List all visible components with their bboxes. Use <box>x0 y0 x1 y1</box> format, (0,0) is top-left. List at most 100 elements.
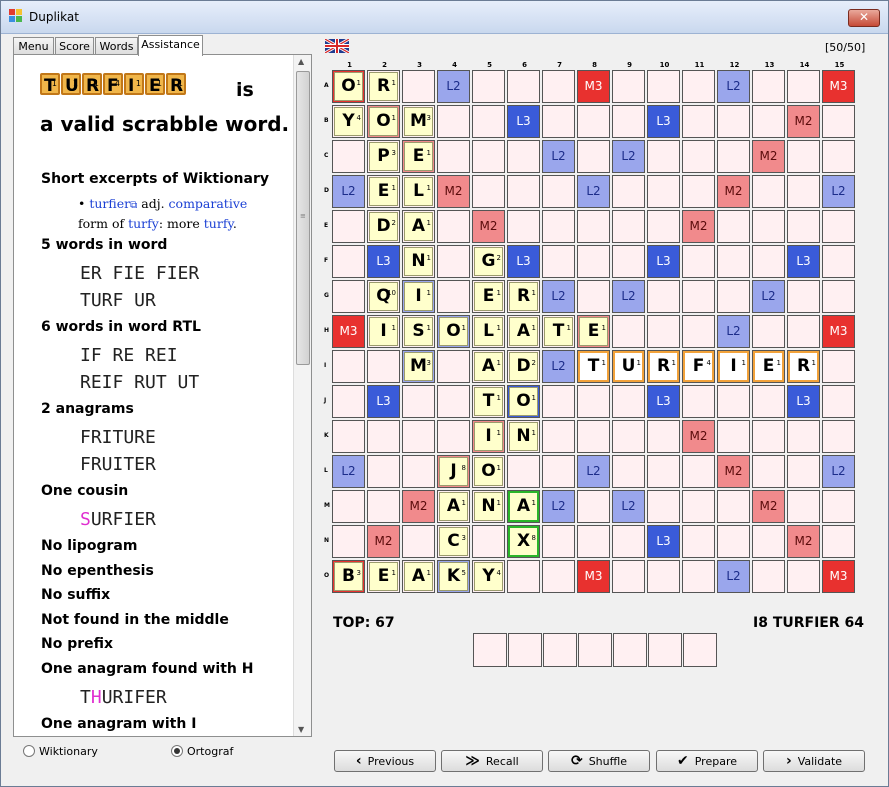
board-tile[interactable]: L1 <box>474 317 503 346</box>
board-tile[interactable]: R1 <box>788 351 819 382</box>
board-cell-F9[interactable] <box>612 245 645 278</box>
board-cell-G13[interactable]: L2 <box>752 280 785 313</box>
board-cell-H5[interactable]: L1 <box>472 315 505 348</box>
board-cell-E10[interactable] <box>647 210 680 243</box>
board-tile[interactable]: R1 <box>509 282 538 311</box>
board-cell-N5[interactable] <box>472 525 505 558</box>
board-cell-G11[interactable] <box>682 280 715 313</box>
board-cell-H11[interactable] <box>682 315 715 348</box>
board-cell-H2[interactable]: I1 <box>367 315 400 348</box>
board-cell-L7[interactable] <box>542 455 575 488</box>
board-cell-M11[interactable] <box>682 490 715 523</box>
board-cell-L9[interactable] <box>612 455 645 488</box>
board-cell-E4[interactable] <box>437 210 470 243</box>
board-cell-B1[interactable]: Y4 <box>332 105 365 138</box>
board-cell-O5[interactable]: Y4 <box>472 560 505 593</box>
board-cell-N15[interactable] <box>822 525 855 558</box>
board-cell-B8[interactable] <box>577 105 610 138</box>
board-cell-L15[interactable]: L2 <box>822 455 855 488</box>
board-tile[interactable]: X8 <box>508 526 539 557</box>
board-cell-H13[interactable] <box>752 315 785 348</box>
board-cell-J15[interactable] <box>822 385 855 418</box>
board-cell-I5[interactable]: A1 <box>472 350 505 383</box>
board-cell-B9[interactable] <box>612 105 645 138</box>
board-cell-K7[interactable] <box>542 420 575 453</box>
board-cell-I10[interactable]: R1 <box>647 350 680 383</box>
board-cell-D3[interactable]: L1 <box>402 175 435 208</box>
board-cell-F14[interactable]: L3 <box>787 245 820 278</box>
previous-button[interactable]: ‹ Previous <box>334 750 436 772</box>
board-cell-A8[interactable]: M3 <box>577 70 610 103</box>
board-cell-L6[interactable] <box>507 455 540 488</box>
board-tile[interactable]: O1 <box>334 72 363 101</box>
board-cell-A10[interactable] <box>647 70 680 103</box>
board-cell-J10[interactable]: L3 <box>647 385 680 418</box>
rack-slot[interactable] <box>543 633 577 667</box>
board-cell-O14[interactable] <box>787 560 820 593</box>
board-tile[interactable]: K5 <box>439 562 468 591</box>
tab-score[interactable]: Score <box>55 37 94 55</box>
board-cell-G14[interactable] <box>787 280 820 313</box>
board-cell-K2[interactable] <box>367 420 400 453</box>
board-cell-H3[interactable]: S1 <box>402 315 435 348</box>
board-cell-M7[interactable]: L2 <box>542 490 575 523</box>
board-tile[interactable]: M3 <box>404 352 433 381</box>
board-cell-C6[interactable] <box>507 140 540 173</box>
board-cell-O2[interactable]: E1 <box>367 560 400 593</box>
board-cell-M15[interactable] <box>822 490 855 523</box>
board-cell-A3[interactable] <box>402 70 435 103</box>
board-cell-L1[interactable]: L2 <box>332 455 365 488</box>
board-tile[interactable]: E1 <box>369 562 398 591</box>
board-cell-C10[interactable] <box>647 140 680 173</box>
board-cell-H8[interactable]: E1 <box>577 315 610 348</box>
board-tile[interactable]: A1 <box>439 492 468 521</box>
board-cell-C1[interactable] <box>332 140 365 173</box>
board-cell-F13[interactable] <box>752 245 785 278</box>
board-cell-J1[interactable] <box>332 385 365 418</box>
board-cell-I15[interactable] <box>822 350 855 383</box>
board-tile[interactable]: P3 <box>369 142 398 171</box>
board-cell-N9[interactable] <box>612 525 645 558</box>
board-cell-E13[interactable] <box>752 210 785 243</box>
board-cell-M12[interactable] <box>717 490 750 523</box>
board-cell-D8[interactable]: L2 <box>577 175 610 208</box>
board-cell-G12[interactable] <box>717 280 750 313</box>
board-cell-C12[interactable] <box>717 140 750 173</box>
board-cell-J2[interactable]: L3 <box>367 385 400 418</box>
board-cell-G6[interactable]: R1 <box>507 280 540 313</box>
board-cell-L13[interactable] <box>752 455 785 488</box>
board-cell-E1[interactable] <box>332 210 365 243</box>
board-cell-B3[interactable]: M3 <box>402 105 435 138</box>
board-cell-F12[interactable] <box>717 245 750 278</box>
board-cell-D13[interactable] <box>752 175 785 208</box>
uk-flag-icon[interactable] <box>325 39 349 53</box>
board-tile[interactable]: O1 <box>369 107 398 136</box>
board-cell-G1[interactable] <box>332 280 365 313</box>
board-cell-J3[interactable] <box>402 385 435 418</box>
board-cell-A1[interactable]: O1 <box>332 70 365 103</box>
board-cell-L14[interactable] <box>787 455 820 488</box>
board-tile[interactable]: T1 <box>474 387 503 416</box>
board-cell-G9[interactable]: L2 <box>612 280 645 313</box>
board-cell-A11[interactable] <box>682 70 715 103</box>
board-cell-B14[interactable]: M2 <box>787 105 820 138</box>
board-tile[interactable]: I1 <box>474 422 503 451</box>
board-cell-N4[interactable]: C3 <box>437 525 470 558</box>
board-cell-F5[interactable]: G2 <box>472 245 505 278</box>
board-cell-A14[interactable] <box>787 70 820 103</box>
board-cell-G4[interactable] <box>437 280 470 313</box>
board-tile[interactable]: I1 <box>718 351 749 382</box>
board-cell-L4[interactable]: J8 <box>437 455 470 488</box>
board-cell-D9[interactable] <box>612 175 645 208</box>
turfy-link[interactable]: turfy <box>128 216 159 231</box>
board-cell-M8[interactable] <box>577 490 610 523</box>
board-cell-O9[interactable] <box>612 560 645 593</box>
board-tile[interactable]: T1 <box>544 317 573 346</box>
tile-rack[interactable] <box>473 633 718 667</box>
board-cell-I1[interactable] <box>332 350 365 383</box>
board-cell-C4[interactable] <box>437 140 470 173</box>
rack-slot[interactable] <box>613 633 647 667</box>
board-tile[interactable]: E1 <box>474 282 503 311</box>
board-cell-J6[interactable]: O1 <box>507 385 540 418</box>
board-cell-K13[interactable] <box>752 420 785 453</box>
